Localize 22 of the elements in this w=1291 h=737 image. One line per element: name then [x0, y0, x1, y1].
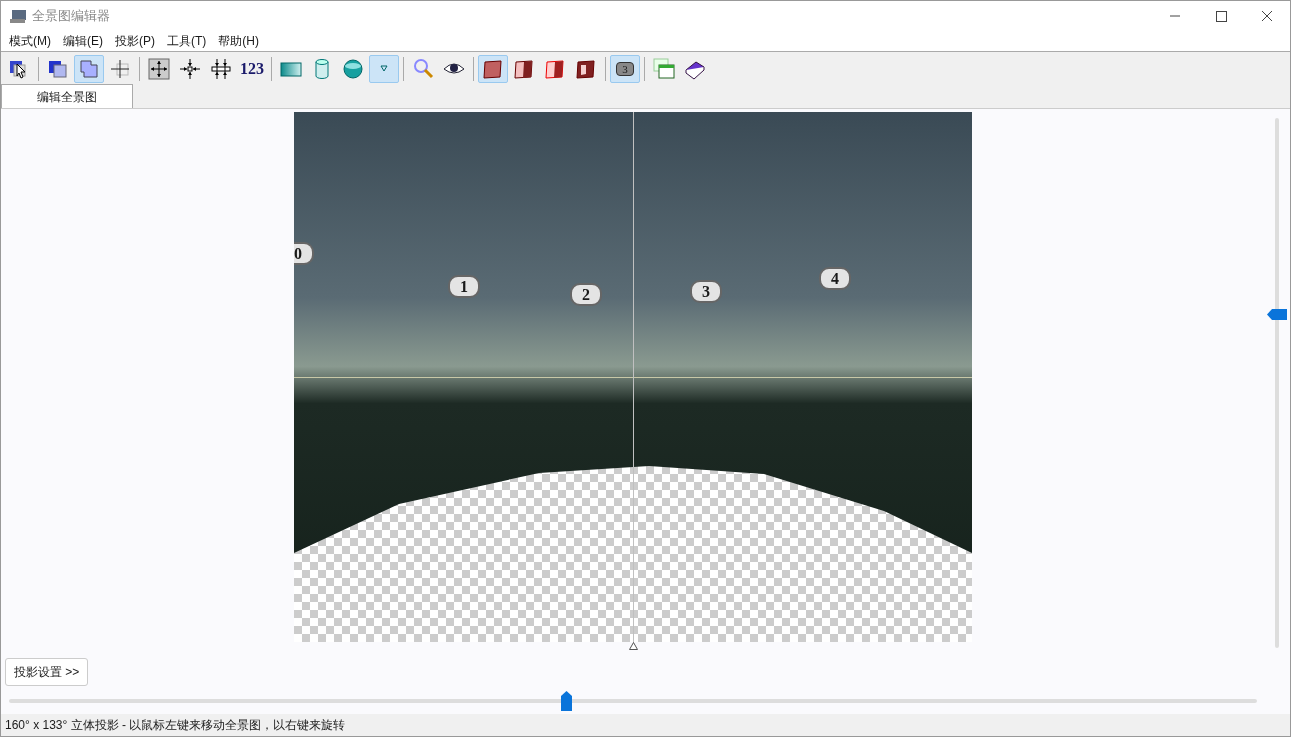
image-marker[interactable]: 2: [570, 283, 602, 306]
menu-item[interactable]: 模式(M): [3, 32, 57, 50]
image-marker[interactable]: 4: [819, 267, 851, 290]
image-marker[interactable]: 3: [690, 280, 722, 303]
image-marker[interactable]: 1: [448, 275, 480, 298]
editor-tab[interactable]: 编辑全景图: [1, 84, 133, 108]
image-marker[interactable]: 0: [294, 242, 314, 265]
menu-item[interactable]: 工具(T): [161, 32, 213, 50]
projection-settings-button[interactable]: 投影设置 >>: [5, 658, 89, 686]
status-text: 160° x 133° 立体投影 - 以鼠标左键来移动全景图，以右键来旋转: [5, 717, 346, 734]
triangle-marker-icon: [629, 642, 638, 650]
menu-item[interactable]: 投影(P): [109, 32, 161, 50]
count-badge-button[interactable]: 3: [610, 54, 640, 83]
slider-thumb[interactable]: [560, 691, 572, 711]
warped-sheet-icon[interactable]: [478, 54, 508, 83]
window-title: 全景图编辑器: [32, 7, 110, 26]
menu-item[interactable]: 编辑(E): [57, 32, 109, 50]
slider-thumb[interactable]: [1267, 309, 1287, 321]
app-icon: [10, 8, 27, 24]
overlapping-shapes-icon[interactable]: [74, 54, 104, 83]
number-labels-button[interactable]: 123: [237, 54, 267, 83]
menu-item[interactable]: 帮助(H): [212, 32, 265, 50]
